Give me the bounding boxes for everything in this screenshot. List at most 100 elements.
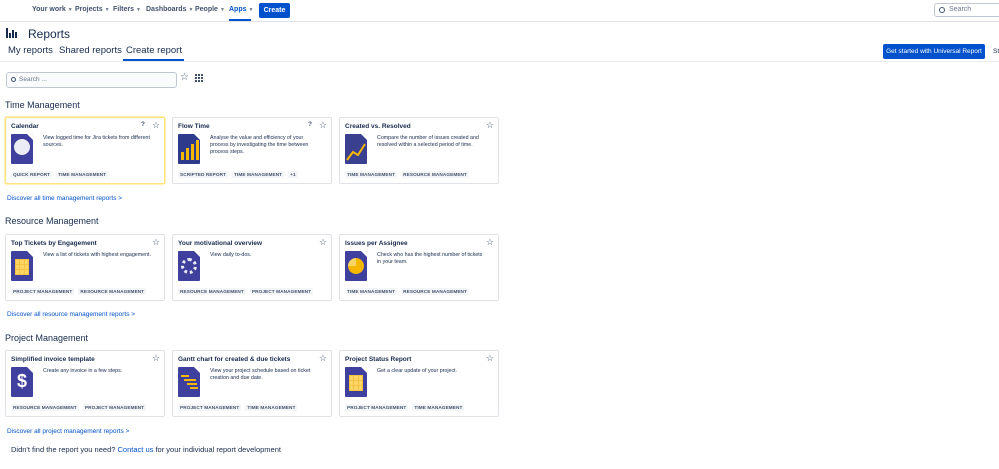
card-title: Calendar xyxy=(11,123,39,130)
card-tags: PROJECT MANAGEMENT TIME MANAGEMENT xyxy=(178,404,298,411)
cut-off-button[interactable]: St xyxy=(993,48,999,55)
card-description: View daily to-dos. xyxy=(210,252,252,258)
report-search-input[interactable]: Search ... xyxy=(6,72,177,88)
nav-dashboards[interactable]: Dashboards ▼ xyxy=(146,6,193,13)
card-tags: RESOURCE MANAGEMENT PROJECT MANAGEMENT xyxy=(11,404,147,411)
nav-people[interactable]: People ▼ xyxy=(195,6,225,13)
chevron-down-icon: ▼ xyxy=(104,7,110,13)
report-card-issues-per-assignee[interactable]: Issues per Assignee ☆ Check who has the … xyxy=(339,234,499,301)
card-title: Top Tickets by Engagement xyxy=(11,240,97,247)
card-description: Check who has the highest number of tick… xyxy=(377,252,483,265)
star-icon[interactable]: ☆ xyxy=(486,120,494,131)
tabs-divider xyxy=(0,61,999,62)
help-icon[interactable]: ? xyxy=(141,121,145,128)
section-title-project-management: Project Management xyxy=(5,333,89,343)
tag: RESOURCE MANAGEMENT xyxy=(178,288,246,295)
star-icon[interactable]: ☆ xyxy=(486,237,494,248)
star-icon[interactable]: ☆ xyxy=(152,120,160,131)
card-description: View your project schedule based on tick… xyxy=(210,368,311,381)
card-tags: QUICK REPORT TIME MANAGEMENT xyxy=(11,171,109,178)
card-tags: PROJECT MANAGEMENT TIME MANAGEMENT xyxy=(345,404,465,411)
star-icon[interactable]: ☆ xyxy=(486,353,494,364)
report-card-invoice-template[interactable]: Simplified invoice template ☆ $ Create a… xyxy=(5,350,165,417)
dollar-icon: $ xyxy=(11,367,33,397)
chevron-down-icon: ▼ xyxy=(219,7,225,13)
line-chart-icon xyxy=(345,134,367,164)
section-title-resource-management: Resource Management xyxy=(5,216,99,226)
gear-icon xyxy=(178,251,200,281)
card-tags: PROJECT MANAGEMENT RESOURCE MANAGEMENT xyxy=(11,288,147,295)
star-icon[interactable]: ☆ xyxy=(319,120,327,131)
search-icon xyxy=(939,7,945,13)
tab-my-reports[interactable]: My reports xyxy=(8,45,53,56)
card-description: Analyse the value and efficiency of your… xyxy=(210,135,309,155)
chevron-down-icon: ▼ xyxy=(136,7,141,13)
nav-apps[interactable]: Apps ▼ xyxy=(229,6,253,13)
report-card-calendar[interactable]: Calendar ? ☆ View logged time for Jira t… xyxy=(5,117,165,184)
discover-time-management-link[interactable]: Discover all time management reports > xyxy=(7,195,122,202)
tag: TIME MANAGEMENT xyxy=(245,404,298,411)
tag: RESOURCE MANAGEMENT xyxy=(401,288,470,295)
card-description: Compare the number of issues created and… xyxy=(377,135,479,148)
card-tags: SCRIPTED REPORT TIME MANAGEMENT +1 xyxy=(178,171,298,178)
chevron-down-icon: ▼ xyxy=(67,7,73,13)
report-card-flow-time[interactable]: Flow Time ? ☆ Analyse the value and effi… xyxy=(172,117,332,184)
nav-projects[interactable]: Projects ▼ xyxy=(75,6,110,13)
report-card-motivational-overview[interactable]: Your motivational overview ☆ View daily … xyxy=(172,234,332,301)
nav-filters[interactable]: Filters ▼ xyxy=(113,6,141,13)
search-icon xyxy=(11,77,16,82)
tag: PROJECT MANAGEMENT xyxy=(178,404,242,411)
reports-chart-icon xyxy=(6,28,18,38)
create-button[interactable]: Create xyxy=(259,3,290,18)
nav-your-work[interactable]: Your work ▼ xyxy=(32,6,73,13)
star-icon[interactable]: ☆ xyxy=(152,237,160,248)
pie-chart-icon xyxy=(345,251,367,281)
tag: PROJECT MANAGEMENT xyxy=(249,288,314,295)
tag: QUICK REPORT xyxy=(11,171,53,178)
star-icon[interactable]: ☆ xyxy=(319,353,327,364)
bar-chart-icon xyxy=(178,134,200,164)
top-navigation: Your work ▼ Projects ▼ Filters ▼ Dashboards… xyxy=(0,0,999,22)
tag: RESOURCE MANAGEMENT xyxy=(11,404,79,411)
card-title: Issues per Assignee xyxy=(345,240,408,247)
tag: TIME MANAGEMENT xyxy=(412,404,465,411)
card-description: View logged time for Jira tickets from d… xyxy=(43,135,150,148)
card-tags: RESOURCE MANAGEMENT PROJECT MANAGEMENT xyxy=(178,288,314,295)
tag: TIME MANAGEMENT xyxy=(232,171,285,178)
card-description: View a list of tickets with highest enga… xyxy=(43,252,151,258)
tag: SCRIPTED REPORT xyxy=(178,171,229,178)
contact-us-link[interactable]: Contact us xyxy=(118,445,154,454)
tab-create-report[interactable]: Create report xyxy=(126,45,182,56)
tag: RESOURCE MANAGEMENT xyxy=(401,171,470,178)
star-icon[interactable]: ☆ xyxy=(152,353,160,364)
report-card-created-vs-resolved[interactable]: Created vs. Resolved ☆ Compare the numbe… xyxy=(339,117,499,184)
report-card-project-status[interactable]: Project Status Report ☆ Get a clear upda… xyxy=(339,350,499,417)
global-search-input[interactable]: Search xyxy=(934,3,999,17)
tag: TIME MANAGEMENT xyxy=(345,288,398,295)
help-icon[interactable]: ? xyxy=(308,121,312,128)
grid-view-icon[interactable] xyxy=(195,74,203,82)
card-description: Get a clear update of your project. xyxy=(377,368,458,374)
star-icon[interactable]: ☆ xyxy=(319,237,327,248)
nav-active-indicator xyxy=(229,19,251,21)
universal-report-button[interactable]: Get started with Universal Report xyxy=(883,44,985,59)
card-title: Project Status Report xyxy=(345,356,412,363)
favorites-star-icon[interactable]: ☆ xyxy=(180,72,189,83)
report-card-top-tickets[interactable]: Top Tickets by Engagement ☆ View a list … xyxy=(5,234,165,301)
tag-more[interactable]: +1 xyxy=(288,171,298,178)
tag: PROJECT MANAGEMENT xyxy=(82,404,147,411)
card-title: Simplified invoice template xyxy=(11,356,95,363)
discover-project-management-link[interactable]: Discover all project management reports … xyxy=(7,428,129,435)
footer-message: Didn't find the report you need? Contact… xyxy=(11,445,281,454)
card-tags: TIME MANAGEMENT RESOURCE MANAGEMENT xyxy=(345,171,470,178)
card-title: Flow Time xyxy=(178,123,210,130)
card-title: Gantt chart for created & due tickets xyxy=(178,356,291,363)
table-icon xyxy=(345,367,367,397)
card-tags: TIME MANAGEMENT RESOURCE MANAGEMENT xyxy=(345,288,470,295)
calendar-icon xyxy=(11,134,33,164)
tab-shared-reports[interactable]: Shared reports xyxy=(59,45,122,56)
discover-resource-management-link[interactable]: Discover all resource management reports… xyxy=(7,311,135,318)
report-card-gantt-chart[interactable]: Gantt chart for created & due tickets ☆ … xyxy=(172,350,332,417)
section-title-time-management: Time Management xyxy=(5,100,80,110)
card-description: Create any invoice in a few steps. xyxy=(43,368,123,374)
